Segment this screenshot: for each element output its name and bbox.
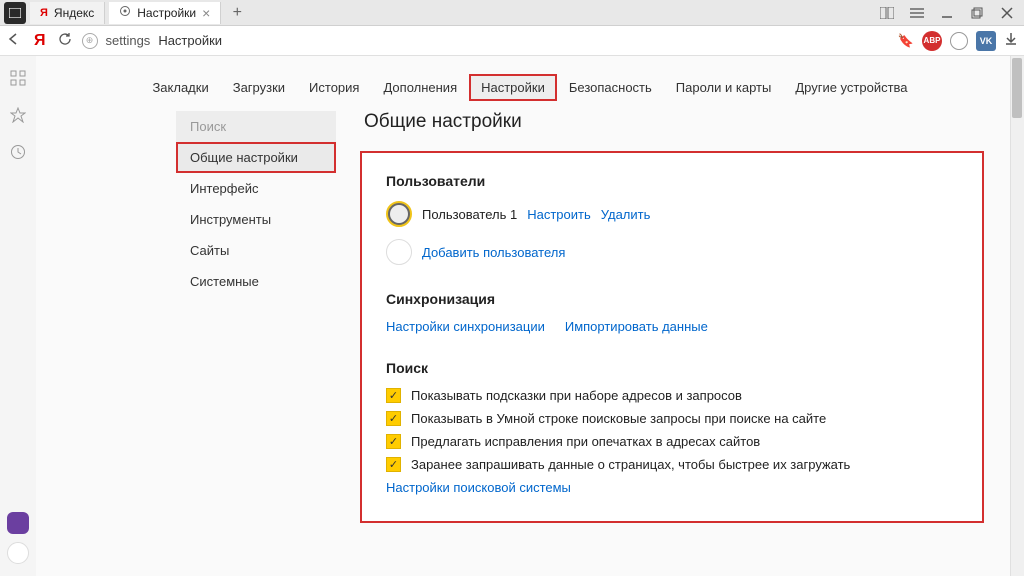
reload-button[interactable] [58,32,72,49]
nav-downloads[interactable]: Загрузки [221,74,297,101]
checkbox-label: Показывать подсказки при наборе адресов … [411,388,742,403]
browser-tab-yandex[interactable]: Я Яндекс [30,2,105,24]
empty-avatar-icon [386,239,412,265]
section-search: Поиск ✓ Показывать подсказки при наборе … [386,360,958,495]
nav-settings[interactable]: Настройки [469,74,557,101]
left-rail [0,56,36,576]
back-button[interactable] [6,32,22,49]
settings-panel: Пользователи Пользователь 1 Настроить Уд… [360,151,984,523]
app-icon [4,2,26,24]
new-tab-button[interactable]: + [225,4,249,22]
search-engine-link[interactable]: Настройки поисковой системы [386,480,571,495]
adblock-icon[interactable]: ABP [922,31,942,51]
add-user-link[interactable]: Добавить пользователя [422,245,565,260]
panels-icon[interactable] [876,2,898,24]
settings-top-nav: Закладки Загрузки История Дополнения Нас… [36,56,1024,111]
nav-devices[interactable]: Другие устройства [783,74,919,101]
site-info-icon[interactable]: ⊕ [82,33,98,49]
sidebar-item-system[interactable]: Системные [176,266,336,297]
sidebar-item-general[interactable]: Общие настройки [176,142,336,173]
sync-heading: Синхронизация [386,291,958,307]
address-bar: Я ⊕ settings Настройки 🔖 ABP VK [0,26,1024,56]
gear-icon [119,5,131,20]
section-sync: Синхронизация Настройки синхронизации Им… [386,291,958,334]
menu-icon[interactable] [906,2,928,24]
users-heading: Пользователи [386,173,958,189]
history-icon[interactable] [10,144,26,163]
browser-tab-settings[interactable]: Настройки × [109,2,221,24]
nav-bookmarks[interactable]: Закладки [140,74,220,101]
sidebar-item-interface[interactable]: Интерфейс [176,173,336,204]
extension-globe-icon[interactable] [950,32,968,50]
alice-icon[interactable] [7,512,29,534]
maximize-button[interactable] [966,2,988,24]
avatar[interactable] [386,201,412,227]
close-tab-icon[interactable]: × [202,5,210,21]
checkbox-label: Заранее запрашивать данные о страницах, … [411,457,850,472]
page-title: Общие настройки [360,111,984,133]
search-heading: Поиск [386,360,958,376]
sidebar-item-search[interactable]: Поиск [176,111,336,142]
tab-label: Яндекс [54,6,94,20]
sidebar-item-sites[interactable]: Сайты [176,235,336,266]
settings-sidebar: Поиск Общие настройки Интерфейс Инструме… [176,111,336,523]
yandex-home-button[interactable]: Я [34,32,46,50]
star-icon[interactable] [10,107,26,126]
content-area: Закладки Загрузки История Дополнения Нас… [36,56,1024,576]
checkbox-smartbar[interactable]: ✓ [386,411,401,426]
scrollbar-thumb[interactable] [1012,58,1022,118]
download-icon[interactable] [1004,32,1018,49]
add-user-row: Добавить пользователя [386,239,958,265]
url-field[interactable]: ⊕ settings Настройки [82,33,888,49]
checkbox-prefetch[interactable]: ✓ [386,457,401,472]
yandex-favicon: Я [40,7,48,19]
delete-user-link[interactable]: Удалить [601,207,651,222]
scrollbar[interactable] [1010,56,1024,576]
url-segment-settings: settings [106,33,151,48]
window-titlebar: Я Яндекс Настройки × + [0,0,1024,26]
configure-user-link[interactable]: Настроить [527,207,591,222]
assistant-icon[interactable] [7,542,29,564]
checkbox-label: Показывать в Умной строке поисковые запр… [411,411,826,426]
url-segment-title: Настройки [158,33,222,48]
user-row: Пользователь 1 Настроить Удалить [386,201,958,227]
nav-passwords[interactable]: Пароли и карты [664,74,784,101]
minimize-button[interactable] [936,2,958,24]
import-data-link[interactable]: Импортировать данные [565,319,708,334]
tiles-icon[interactable] [10,70,26,89]
checkbox-suggestions[interactable]: ✓ [386,388,401,403]
nav-history[interactable]: История [297,74,371,101]
close-window-button[interactable] [996,2,1018,24]
checkbox-label: Предлагать исправления при опечатках в а… [411,434,760,449]
checkbox-typos[interactable]: ✓ [386,434,401,449]
sidebar-item-tools[interactable]: Инструменты [176,204,336,235]
section-users: Пользователи Пользователь 1 Настроить Уд… [386,173,958,265]
tab-label: Настройки [137,6,196,20]
nav-addons[interactable]: Дополнения [371,74,469,101]
vk-icon[interactable]: VK [976,31,996,51]
bookmark-icon[interactable]: 🔖 [898,33,914,49]
user-name: Пользователь 1 [422,207,517,222]
nav-security[interactable]: Безопасность [557,74,664,101]
sync-settings-link[interactable]: Настройки синхронизации [386,319,545,334]
